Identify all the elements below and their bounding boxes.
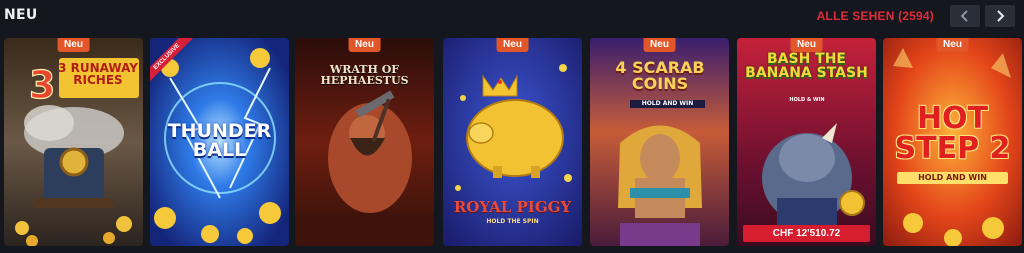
chevron-left-icon bbox=[960, 10, 968, 22]
next-button[interactable] bbox=[985, 5, 1015, 27]
game-tile[interactable]: Neu BASH THE BANANA STASH HOLD & WIN CHF… bbox=[737, 38, 876, 246]
game-title: ROYAL PIGGY bbox=[453, 198, 572, 216]
section-header: NEU ALLE SEHEN (2594) bbox=[0, 0, 1024, 34]
game-title: THUNDER BALL bbox=[167, 120, 272, 161]
game-title: 3 RUNAWAY RICHES bbox=[58, 61, 138, 87]
jackpot-amount: CHF 12'510.72 bbox=[743, 225, 870, 242]
game-tile[interactable]: Neu WRATH OF HEPHAESTUS bbox=[295, 38, 434, 246]
new-badge: Neu bbox=[790, 38, 823, 52]
section-title: NEU bbox=[4, 7, 38, 23]
chevron-right-icon bbox=[997, 10, 1005, 22]
game-tile[interactable]: Neu HOT STEP 2 HOLD AND WIN bbox=[883, 38, 1022, 246]
new-badge: Neu bbox=[57, 38, 90, 52]
see-all-link[interactable]: ALLE SEHEN (2594) bbox=[817, 9, 934, 23]
game-title: HOT STEP 2 bbox=[894, 101, 1011, 166]
game-title: BASH THE BANANA STASH bbox=[745, 51, 868, 81]
game-tile[interactable]: Neu ROYAL PIGGY HOLD THE SPIN bbox=[443, 38, 582, 246]
new-badge: Neu bbox=[936, 38, 969, 52]
new-badge: Neu bbox=[496, 38, 529, 52]
svg-text:3: 3 bbox=[29, 63, 55, 107]
game-subtitle: HOLD AND WIN bbox=[630, 100, 705, 108]
new-badge: Neu bbox=[643, 38, 676, 52]
new-badge: Neu bbox=[348, 38, 381, 52]
game-subtitle: HOLD THE SPIN bbox=[486, 218, 539, 225]
prev-button[interactable] bbox=[950, 5, 980, 27]
game-title: WRATH OF HEPHAESTUS bbox=[320, 63, 409, 87]
game-tile[interactable]: Neu 4 SCARAB COINS HOLD AND WIN bbox=[590, 38, 729, 246]
game-tile[interactable]: 3 Neu 3 RUNAWAY RICHES bbox=[4, 38, 143, 246]
game-subtitle: HOLD & WIN bbox=[789, 97, 825, 103]
game-subtitle: HOLD AND WIN bbox=[897, 172, 1008, 184]
game-carousel: 3 Neu 3 RUNAWAY RICHES EXCLUSIVE THUNDER… bbox=[0, 38, 1024, 248]
game-tile[interactable]: EXCLUSIVE THUNDER BALL bbox=[150, 38, 289, 246]
game-title: 4 SCARAB COINS bbox=[615, 58, 705, 93]
